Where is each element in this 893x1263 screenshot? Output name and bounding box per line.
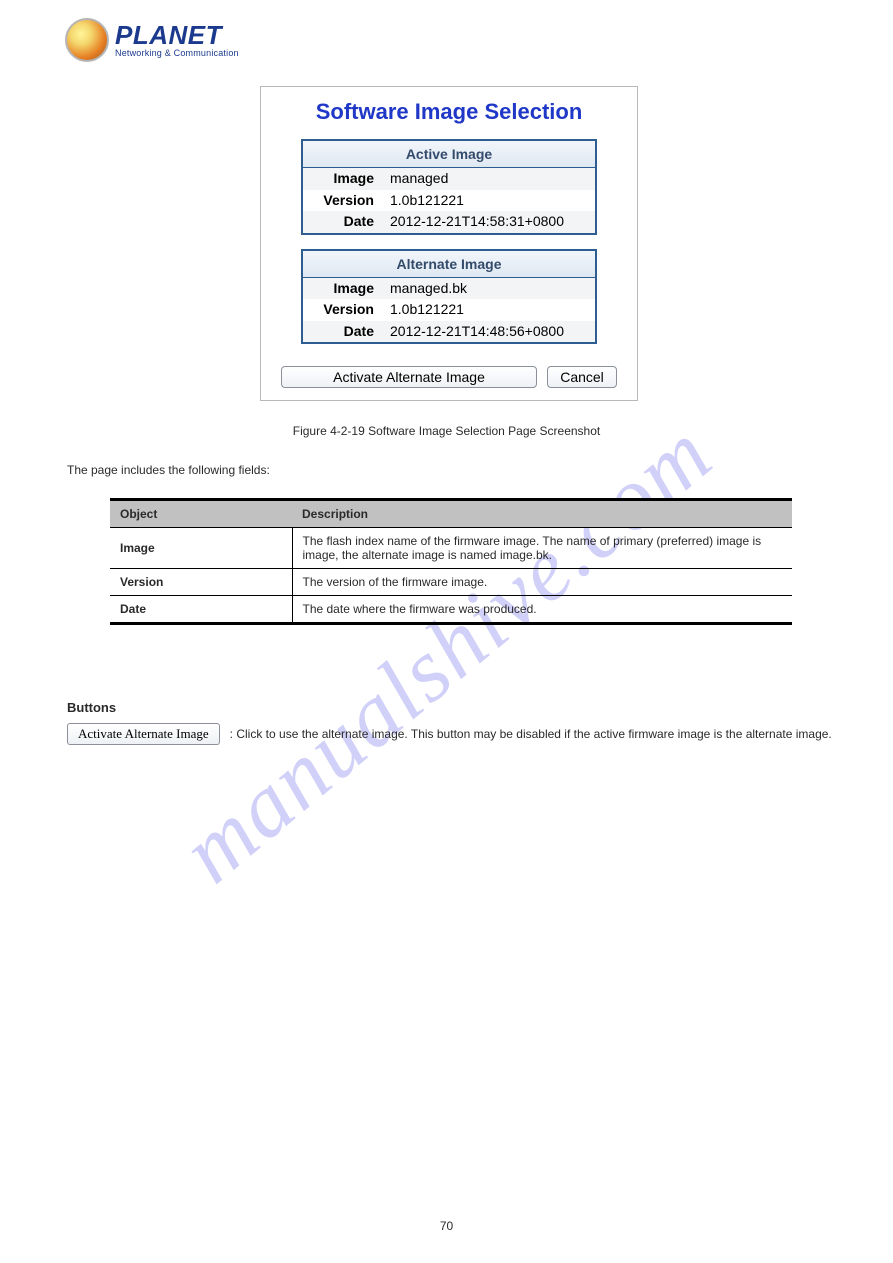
alternate-image-heading: Alternate Image xyxy=(302,250,596,278)
brand-tagline: Networking & Communication xyxy=(115,49,239,58)
col-description: Description xyxy=(292,500,792,528)
software-image-panel: Software Image Selection Active Image Im… xyxy=(260,86,638,401)
table-row: Version 1.0b121221 xyxy=(302,299,596,321)
table-row: Version The version of the firmware imag… xyxy=(110,569,792,596)
planet-orb-icon xyxy=(65,18,109,62)
alternate-image-table: Alternate Image Image managed.bk Version… xyxy=(301,249,597,345)
active-image-table: Active Image Image managed Version 1.0b1… xyxy=(301,139,597,235)
table-row: Image managed xyxy=(302,168,596,190)
brand-logo: PLANET Networking & Communication xyxy=(65,18,239,62)
brand-name: PLANET xyxy=(115,22,239,48)
table-row: Date 2012-12-21T14:58:31+0800 xyxy=(302,211,596,234)
active-image-heading: Active Image xyxy=(302,140,596,168)
panel-title: Software Image Selection xyxy=(261,87,637,139)
table-row: Image The flash index name of the firmwa… xyxy=(110,528,792,569)
activate-caption: : Click to use the alternate image. This… xyxy=(230,727,832,741)
col-object: Object xyxy=(110,500,292,528)
buttons-heading: Buttons xyxy=(67,700,116,715)
page-number: 70 xyxy=(0,1219,893,1233)
cancel-button[interactable]: Cancel xyxy=(547,366,617,388)
activate-alternate-button[interactable]: Activate Alternate Image xyxy=(281,366,537,388)
figure-caption: Figure 4-2-19 Software Image Selection P… xyxy=(0,424,893,438)
field-description-table: Object Description Image The flash index… xyxy=(110,498,792,625)
activate-alternate-button-doc[interactable]: Activate Alternate Image xyxy=(67,723,220,745)
table-row: Date The date where the firmware was pro… xyxy=(110,596,792,624)
table-row: Image managed.bk xyxy=(302,277,596,299)
table-row: Date 2012-12-21T14:48:56+0800 xyxy=(302,321,596,344)
section-intro: The page includes the following fields: xyxy=(67,463,270,477)
table-row: Version 1.0b121221 xyxy=(302,190,596,212)
